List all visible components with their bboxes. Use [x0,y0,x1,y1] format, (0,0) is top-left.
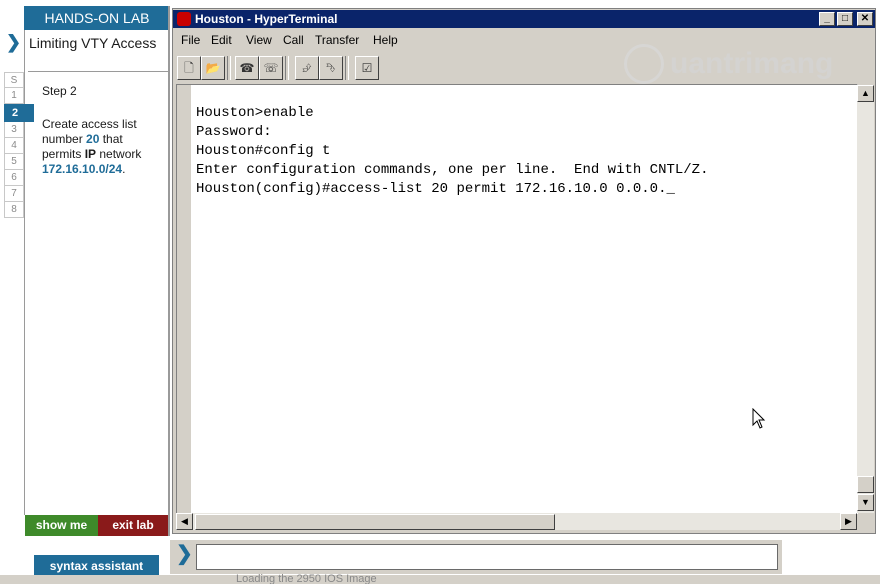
watermark: uantrimang [670,47,834,80]
vertical-scrollbar[interactable]: ▲ ▼ [857,85,874,513]
panel-border [168,6,170,536]
new-file-icon[interactable]: 🗋 [177,56,201,80]
desc-ip: IP [84,147,97,161]
disconnect-phone-icon[interactable]: ☏ [259,56,283,80]
step-tab-8[interactable]: 8 [4,202,24,218]
terminal-line: Houston>enable [196,105,314,121]
step-description: Create access list number 20 that permit… [42,117,162,177]
terminal-line: Enter configuration commands, one per li… [196,162,709,178]
hyperterminal-app-icon[interactable] [177,12,191,26]
maximize-button[interactable]: □ [837,12,853,26]
step-tab-6[interactable]: 6 [4,170,24,186]
menu-view[interactable]: View [246,33,272,47]
step-label: Step 2 [42,84,77,98]
terminal-line: Password: [196,124,272,140]
scroll-up-icon[interactable]: ▲ [857,85,874,102]
lab-header: HANDS-ON LAB [24,6,170,30]
desc-network: 172.16.10.0/24 [42,162,123,176]
toolbar-separator [227,56,231,80]
mouse-pointer-icon [752,408,766,429]
command-input[interactable] [196,544,778,570]
open-folder-icon[interactable]: 📂 [201,56,225,80]
terminal-line: Houston#config t [196,143,331,159]
exit-lab-button[interactable]: exit lab [98,515,168,536]
receive-file-icon[interactable]: ⮷ [319,56,343,80]
step-tab-2[interactable]: 2 [4,104,34,122]
step-tab-4[interactable]: 4 [4,138,24,154]
menu-edit[interactable]: Edit [211,33,232,47]
step-nav: S 1 2 3 4 5 6 7 8 [4,72,34,218]
toolbar-separator [285,56,289,80]
step-tab-3[interactable]: 3 [4,122,24,138]
call-phone-icon[interactable]: ☎ [235,56,259,80]
menu-call[interactable]: Call [283,33,304,47]
scroll-right-icon[interactable]: ▶ [840,513,857,530]
properties-icon[interactable]: ☑ [355,56,379,80]
chevron-right-icon: ❯ [176,543,193,565]
step-tab-1[interactable]: 1 [4,88,24,104]
taskbar-item[interactable]: Loading the 2950 IOS Image [236,574,377,584]
send-file-icon[interactable]: ⮵ [295,56,319,80]
lab-title: Limiting VTY Access [29,35,157,51]
step-tab-7[interactable]: 7 [4,186,24,202]
divider [28,71,168,72]
desc-number: 20 [86,132,100,146]
close-button[interactable]: ✕ [857,12,873,26]
minimize-button[interactable]: _ [819,12,835,26]
scroll-down-icon[interactable]: ▼ [857,494,874,511]
window-titlebar[interactable]: Houston - HyperTerminal _ □ ✕ [173,10,875,28]
step-tab-5[interactable]: 5 [4,154,24,170]
terminal-line: Houston(config)#access-list 20 permit 17… [196,181,675,197]
desc-text: . [122,162,126,176]
terminal-output[interactable]: Houston>enable Password: Houston#config t E… [196,104,708,199]
horizontal-scroll-thumb[interactable] [195,514,555,530]
chevron-right-icon: ❯ [6,32,22,52]
window-title: Houston - HyperTerminal [195,12,338,26]
toolbar-separator [345,56,349,80]
menu-file[interactable]: File [181,33,200,47]
taskbar [0,575,880,584]
vertical-scroll-thumb[interactable] [857,476,874,493]
menu-help[interactable]: Help [373,33,398,47]
terminal-gutter [177,85,191,513]
step-tab-s[interactable]: S [4,72,24,88]
scroll-left-icon[interactable]: ◀ [176,513,193,530]
show-me-button[interactable]: show me [25,515,98,536]
menu-transfer[interactable]: Transfer [315,33,359,47]
desc-text: network [96,147,142,161]
